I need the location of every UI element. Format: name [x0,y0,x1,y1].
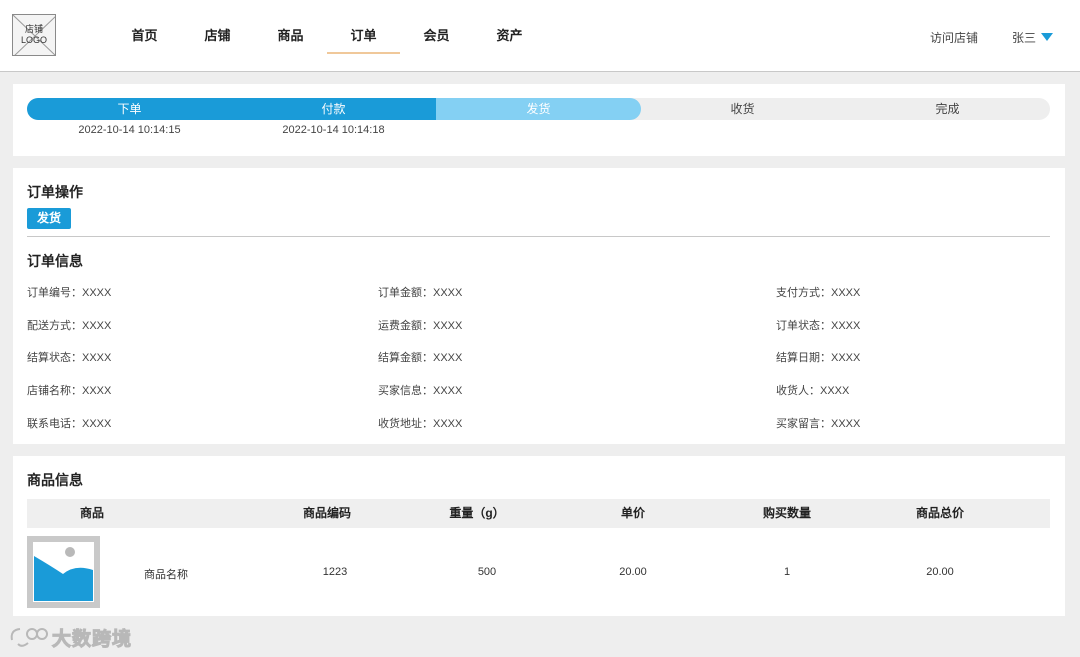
divider [27,236,1050,237]
order-ops-title: 订单操作 [27,184,83,200]
col-code: 商品编码 [302,506,351,520]
store-logo[interactable]: 店铺 LOGO [12,14,56,56]
product-weight: 500 [477,566,497,578]
step-payment: 付款 [321,102,346,116]
user-menu[interactable]: 张三 [1012,29,1054,46]
ship-button[interactable]: 发货 [27,208,71,229]
nav-assets[interactable]: 资产 [473,0,546,54]
field-store-name: 店铺名称：XXXX [27,385,112,397]
watermark-logo-icon [10,628,48,647]
product-code: 1223 [322,566,348,578]
field-shipping-fee: 运费金额：XXXX [378,320,463,332]
order-info-title: 订单信息 [27,253,83,269]
caret-down-icon [1041,33,1054,41]
field-order-amount: 订单金额：XXXX [378,287,463,299]
step-place-order: 下单 [117,102,142,116]
order-progress-panel: 下单 付款 发货 收货 完成 2022-10-14 10:14:15 2022-… [13,84,1065,156]
field-buyer-message: 买家留言：XXXX [776,418,861,430]
logo-text: 店铺 LOGO [20,24,47,45]
field-settlement-status: 结算状态：XXXX [27,352,112,364]
top-bar: 店铺 LOGO 首页 店铺 商品 订单 会员 资产 访问店铺 张三 [0,0,1080,72]
user-name: 张三 [1012,31,1037,45]
nav-products[interactable]: 商品 [254,0,327,54]
col-weight: 重量（g） [449,506,505,520]
field-receiver: 收货人：XXXX [776,385,850,397]
watermark: 大数跨境 [8,624,132,651]
nav-members[interactable]: 会员 [400,0,473,54]
image-placeholder-icon [27,536,100,608]
field-payment-method: 支付方式：XXXX [776,287,861,299]
field-settlement-amount: 结算金额：XXXX [378,352,463,364]
step-shipping: 发货 [526,102,551,116]
product-image[interactable] [27,536,100,608]
field-address: 收货地址：XXXX [378,418,463,430]
field-buyer-info: 买家信息：XXXX [378,385,463,397]
goods-title: 商品信息 [27,472,83,488]
step-time-place-order: 2022-10-14 10:14:15 [78,124,181,136]
field-delivery-method: 配送方式：XXXX [27,320,112,332]
step-receive: 收货 [730,102,755,116]
step-time-payment: 2022-10-14 10:14:18 [282,124,385,136]
watermark-text: 大数跨境 [51,629,133,651]
field-order-no: 订单编号：XXXX [27,287,112,299]
goods-table-header: 商品 商品编码 重量（g） 单价 购买数量 商品总价 [27,499,1050,528]
field-settlement-date: 结算日期：XXXX [776,352,861,364]
col-quantity: 购买数量 [762,506,811,520]
product-quantity: 1 [783,566,791,578]
col-price: 单价 [620,506,645,520]
goods-panel: 商品信息 商品 商品编码 重量（g） 单价 购买数量 商品总价 商品名称 122… [13,456,1065,616]
product-name[interactable]: 商品名称 [136,566,196,582]
field-order-status: 订单状态：XXXX [776,320,861,332]
nav-home[interactable]: 首页 [108,0,181,54]
nav-store[interactable]: 店铺 [181,0,254,54]
order-panel: 订单操作 发货 订单信息 订单编号：XXXX 订单金额：XXXX 支付方式：XX… [13,168,1065,444]
col-product: 商品 [79,506,104,520]
nav-orders[interactable]: 订单 [327,0,400,54]
field-phone: 联系电话：XXXX [27,418,112,430]
col-total: 商品总价 [915,506,964,520]
product-total: 20.00 [926,566,954,578]
step-complete: 完成 [935,102,960,116]
visit-store-link[interactable]: 访问店铺 [930,29,978,46]
product-price: 20.00 [619,566,647,578]
